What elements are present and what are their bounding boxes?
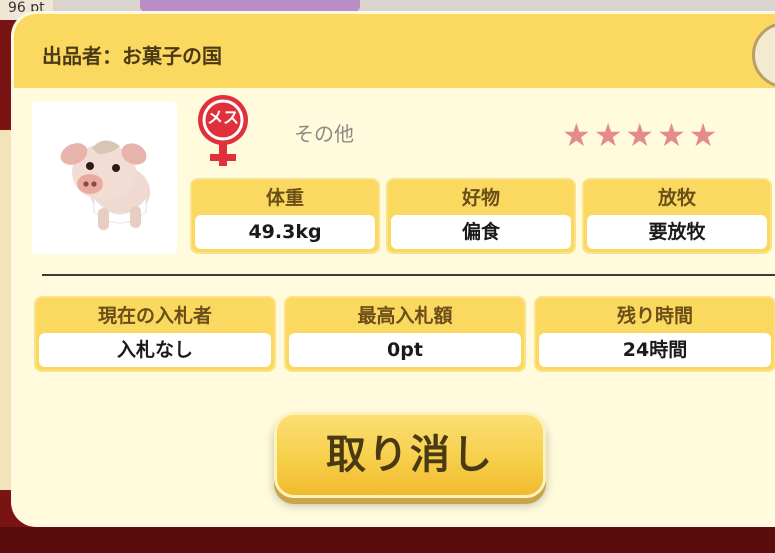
- stat-value: 偏食: [391, 215, 571, 249]
- female-icon: メス: [194, 94, 256, 170]
- stat-label: 好物: [461, 187, 500, 209]
- close-icon[interactable]: [752, 22, 775, 88]
- stat-value: 入札なし: [39, 333, 271, 367]
- pig-icon: [60, 140, 150, 230]
- category-label: その他: [294, 122, 354, 146]
- stat-label: 体重: [265, 187, 304, 209]
- stat-highest-bid: 最高入札額 0pt: [284, 296, 526, 372]
- stat-time-remaining: 残り時間 24時間: [534, 296, 775, 372]
- cancel-button[interactable]: 取り消し: [274, 412, 546, 498]
- stat-current-bidder: 現在の入札者 入札なし: [34, 296, 276, 372]
- stat-label: 現在の入札者: [97, 305, 212, 327]
- auction-detail-dialog: 出品者：お菓子の国 メス その他 ★★★★★ 体重 49.3kg 好物 偏食 放…: [14, 14, 775, 524]
- stat-value: 要放牧: [587, 215, 767, 249]
- stat-label: 最高入札額: [357, 305, 453, 327]
- stat-label: 残り時間: [616, 305, 693, 327]
- seller-label: 出品者：お菓子の国: [42, 44, 222, 68]
- stat-value: 24時間: [539, 333, 771, 367]
- stat-value: 49.3kg: [195, 215, 375, 249]
- divider: [42, 274, 775, 276]
- stat-value: 0pt: [289, 333, 521, 367]
- stat-favorite-food: 好物 偏食: [386, 178, 576, 254]
- stat-grazing: 放牧 要放牧: [582, 178, 772, 254]
- background-banner: [140, 0, 360, 12]
- dialog-header: 出品者：お菓子の国: [14, 14, 775, 88]
- stat-label: 放牧: [657, 187, 696, 209]
- background-bottom: [0, 527, 775, 553]
- gender-label: メス: [206, 108, 239, 127]
- stat-weight: 体重 49.3kg: [190, 178, 380, 254]
- rating-stars: ★★★★★: [562, 116, 721, 154]
- pig-image: [32, 102, 177, 254]
